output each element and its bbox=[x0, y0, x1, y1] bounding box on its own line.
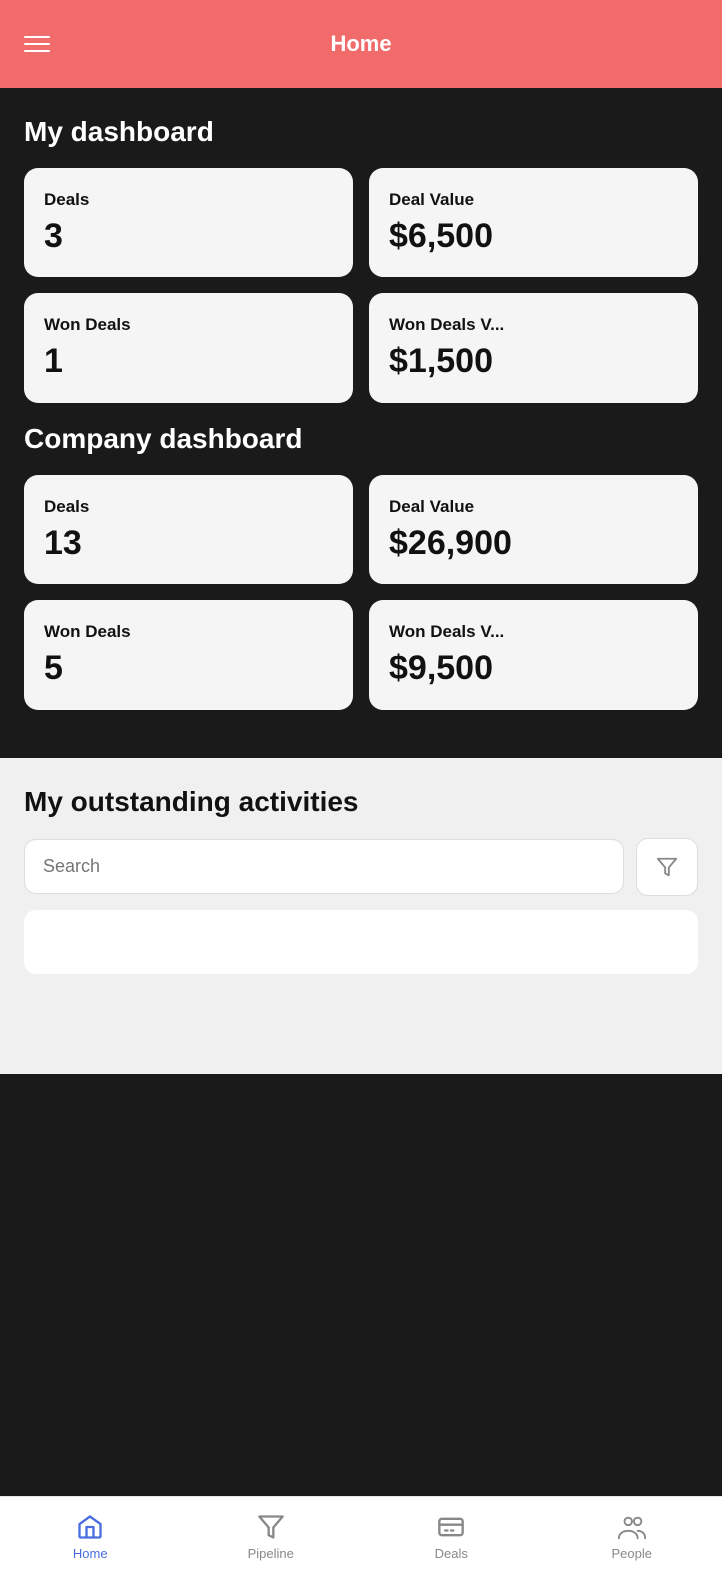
list-item-placeholder bbox=[24, 910, 698, 974]
my-won-deals-label: Won Deals bbox=[44, 315, 333, 335]
nav-item-home[interactable]: Home bbox=[0, 1512, 181, 1561]
my-dashboard-cards: Deals 3 Deal Value $6,500 Won Deals 1 Wo… bbox=[24, 168, 698, 403]
nav-label-home: Home bbox=[73, 1546, 108, 1561]
company-deal-value-card[interactable]: Deal Value $26,900 bbox=[369, 475, 698, 584]
company-deals-card[interactable]: Deals 13 bbox=[24, 475, 353, 584]
deals-icon bbox=[436, 1512, 466, 1542]
company-deal-value-value: $26,900 bbox=[389, 525, 678, 562]
company-won-deals-value-value: $9,500 bbox=[389, 650, 678, 687]
company-deals-value: 13 bbox=[44, 525, 333, 562]
my-deal-value-value: $6,500 bbox=[389, 218, 678, 255]
my-deals-card[interactable]: Deals 3 bbox=[24, 168, 353, 277]
company-won-deals-value-label: Won Deals V... bbox=[389, 622, 678, 642]
dark-section: My dashboard Deals 3 Deal Value $6,500 W… bbox=[0, 88, 722, 758]
company-won-deals-value: 5 bbox=[44, 650, 333, 687]
nav-label-deals: Deals bbox=[435, 1546, 468, 1561]
company-won-deals-label: Won Deals bbox=[44, 622, 333, 642]
my-dashboard-title: My dashboard bbox=[24, 116, 698, 148]
company-won-deals-card[interactable]: Won Deals 5 bbox=[24, 600, 353, 709]
company-won-deals-value-card[interactable]: Won Deals V... $9,500 bbox=[369, 600, 698, 709]
nav-item-people[interactable]: People bbox=[542, 1512, 722, 1561]
header-title: Home bbox=[330, 31, 391, 57]
app-header: Home bbox=[0, 0, 722, 88]
nav-item-deals[interactable]: Deals bbox=[361, 1512, 542, 1561]
company-dashboard-cards: Deals 13 Deal Value $26,900 Won Deals 5 … bbox=[24, 475, 698, 710]
filter-button[interactable] bbox=[636, 838, 698, 896]
search-input[interactable] bbox=[43, 856, 605, 877]
my-deal-value-card[interactable]: Deal Value $6,500 bbox=[369, 168, 698, 277]
my-won-deals-value: 1 bbox=[44, 343, 333, 380]
nav-label-pipeline: Pipeline bbox=[248, 1546, 294, 1561]
nav-item-pipeline[interactable]: Pipeline bbox=[181, 1512, 362, 1561]
company-dashboard-title: Company dashboard bbox=[24, 423, 698, 455]
company-deal-value-label: Deal Value bbox=[389, 497, 678, 517]
my-deal-value-label: Deal Value bbox=[389, 190, 678, 210]
home-icon bbox=[75, 1512, 105, 1542]
people-icon bbox=[617, 1512, 647, 1542]
my-won-deals-value-value: $1,500 bbox=[389, 343, 678, 380]
company-deals-label: Deals bbox=[44, 497, 333, 517]
filter-icon bbox=[656, 856, 678, 878]
my-deals-value: 3 bbox=[44, 218, 333, 255]
nav-label-people: People bbox=[612, 1546, 652, 1561]
bottom-navigation: Home Pipeline Deals bbox=[0, 1496, 722, 1592]
search-container bbox=[24, 838, 698, 896]
search-input-wrap bbox=[24, 839, 624, 894]
my-won-deals-value-card[interactable]: Won Deals V... $1,500 bbox=[369, 293, 698, 402]
my-won-deals-card[interactable]: Won Deals 1 bbox=[24, 293, 353, 402]
my-won-deals-value-label: Won Deals V... bbox=[389, 315, 678, 335]
my-deals-label: Deals bbox=[44, 190, 333, 210]
activities-title: My outstanding activities bbox=[24, 786, 698, 818]
pipeline-icon bbox=[256, 1512, 286, 1542]
menu-button[interactable] bbox=[24, 36, 50, 52]
light-section: My outstanding activities bbox=[0, 758, 722, 1074]
